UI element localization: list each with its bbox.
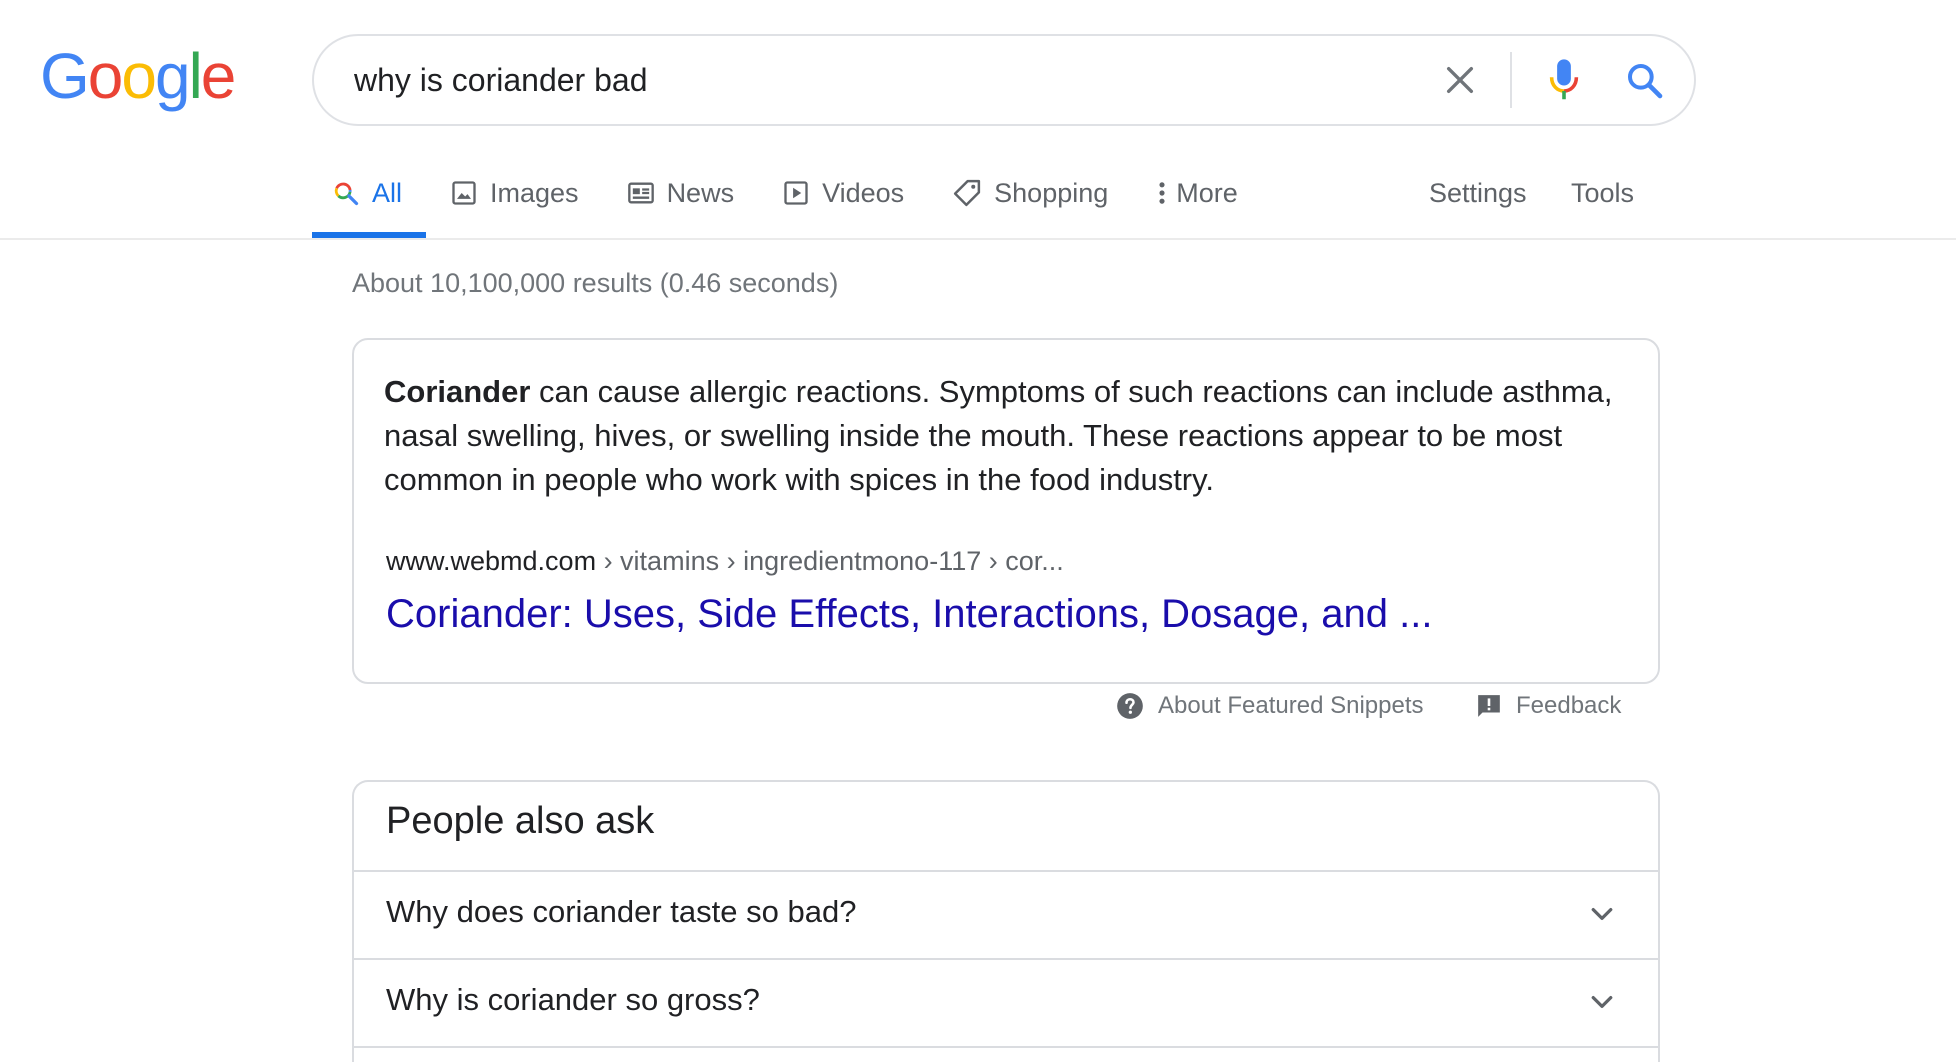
clear-search-button[interactable] [1438, 58, 1482, 102]
paa-divider [354, 870, 1658, 872]
more-vert-icon [1156, 178, 1168, 208]
about-featured-snippets-link[interactable]: About Featured Snippets [1116, 692, 1424, 720]
search-icon [332, 178, 360, 208]
search-tabs: All Images News Videos Shopping More [311, 172, 1286, 238]
feedback-link[interactable]: Feedback [1476, 692, 1621, 720]
logo-letter-o1: o [87, 40, 124, 112]
paa-divider [354, 1046, 1658, 1048]
image-icon [450, 178, 478, 208]
tab-more[interactable]: More [1156, 172, 1238, 238]
tab-label: Videos [822, 178, 905, 208]
tab-label: All [372, 178, 403, 208]
tab-videos[interactable]: Videos [782, 172, 904, 238]
search-button[interactable] [1620, 56, 1670, 106]
tabs-divider [0, 238, 1956, 240]
paa-question[interactable]: Why is coriander so gross? [386, 982, 760, 1018]
snippet-bold-term: Coriander [384, 374, 531, 409]
people-also-ask-title: People also ask [386, 800, 655, 842]
tab-shopping[interactable]: Shopping [952, 172, 1108, 238]
google-logo[interactable]: Google [40, 44, 236, 108]
logo-letter-e: e [200, 40, 237, 112]
chevron-down-icon[interactable] [1584, 896, 1620, 932]
logo-letter-g2: g [154, 40, 191, 112]
tab-label: News [666, 178, 735, 208]
voice-search-button[interactable] [1540, 52, 1588, 108]
paa-divider [354, 958, 1658, 960]
tab-label: More [1176, 178, 1238, 208]
cite-host: www.webmd.com [386, 546, 597, 576]
result-stats: About 10,100,000 results (0.46 seconds) [352, 268, 839, 298]
tab-images[interactable]: Images [450, 172, 579, 238]
logo-letter-l: l [188, 40, 203, 112]
search-icon [1628, 63, 1663, 99]
paa-question[interactable]: Why does coriander taste so bad? [386, 894, 856, 930]
tools-link[interactable]: Tools [1571, 178, 1634, 209]
search-input[interactable] [354, 60, 1354, 100]
chevron-down-icon[interactable] [1584, 984, 1620, 1020]
close-icon [1446, 66, 1474, 94]
newspaper-icon [627, 178, 655, 208]
feedback-label: Feedback [1516, 692, 1622, 719]
logo-letter-o2: o [121, 40, 157, 112]
snippet-body: can cause allergic reactions. Symptoms o… [384, 374, 1613, 497]
result-title-link[interactable]: Coriander: Uses, Side Effects, Interacti… [386, 592, 1432, 637]
about-featured-snippets-label: About Featured Snippets [1158, 692, 1424, 719]
tag-icon [952, 178, 982, 208]
help-icon [1116, 692, 1144, 720]
tab-label: Shopping [994, 178, 1109, 208]
microphone-icon [1549, 59, 1579, 100]
result-cite: www.webmd.com › vitamins › ingredientmon… [386, 546, 1064, 577]
logo-letter-g: G [40, 40, 90, 112]
play-icon [782, 178, 810, 208]
featured-snippet-text: Coriander can cause allergic reactions. … [384, 370, 1634, 502]
search-box [312, 34, 1696, 126]
search-box-divider [1510, 52, 1512, 108]
cite-path: › vitamins › ingredientmono-117 › cor... [596, 546, 1064, 576]
feedback-icon [1476, 693, 1502, 719]
tab-label: Images [490, 178, 579, 208]
settings-link[interactable]: Settings [1429, 178, 1527, 209]
tab-all[interactable]: All [311, 172, 427, 238]
tab-news[interactable]: News [627, 172, 735, 238]
